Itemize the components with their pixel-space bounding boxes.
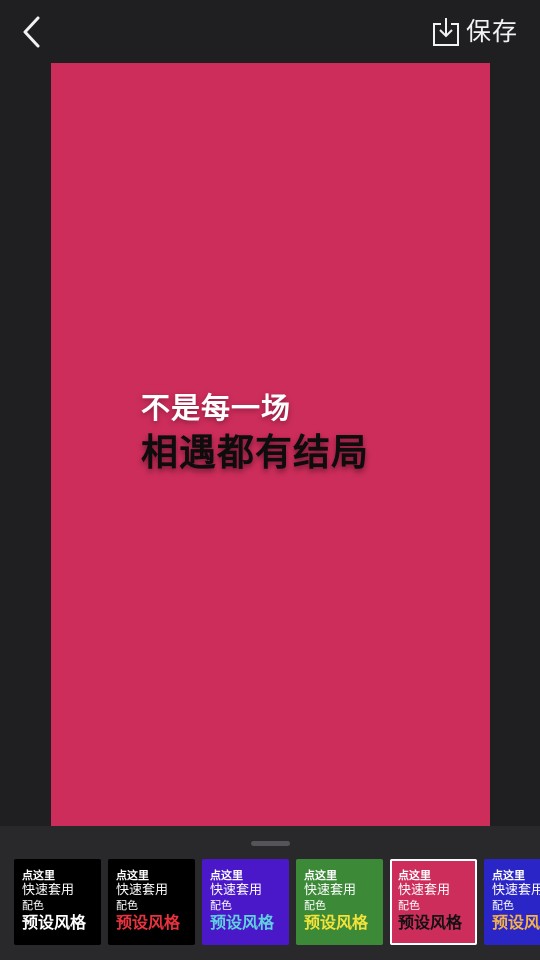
caption-text[interactable]: 不是每一场 相遇都有结局 — [141, 388, 369, 478]
style-card-l2: 快速套用 — [492, 883, 540, 898]
top-bar: 保存 — [0, 0, 540, 62]
style-card-l1: 点这里 — [492, 869, 525, 882]
style-card-l1: 点这里 — [304, 869, 337, 882]
back-button[interactable] — [14, 12, 50, 52]
style-card-l2: 快速套用 — [22, 883, 75, 898]
style-card[interactable]: 点这里快速套用配色预设风格 — [484, 859, 540, 945]
style-card-l1: 点这里 — [116, 869, 149, 882]
style-card-l1: 点这里 — [22, 869, 55, 882]
preview-canvas[interactable]: 不是每一场 相遇都有结局 — [51, 63, 490, 826]
style-card-l4: 预设风格 — [210, 913, 275, 932]
style-strip[interactable]: 点这里 快速套用 配色 预设风格 点这里 快速套用 配色 预设风格 点这里 快速套用 配色 预设风格点… — [14, 859, 540, 945]
style-card-l1: 点这里 — [210, 869, 243, 882]
style-card[interactable]: 点这里快速套用配色预设风格 — [202, 859, 289, 945]
caption-line-2: 相遇都有结局 — [141, 431, 369, 474]
save-button[interactable]: 保存 — [432, 12, 518, 52]
style-card-l2: 快速套用 — [116, 883, 169, 898]
style-card-l2: 快速套用 — [304, 883, 357, 898]
style-card-l3: 配色 — [116, 899, 138, 912]
chevron-left-icon — [23, 16, 40, 48]
drag-handle[interactable] — [251, 841, 290, 846]
style-card-l1: 点这里 — [398, 869, 431, 882]
style-card-l2: 快速套用 — [398, 883, 451, 898]
style-panel: 点这里 快速套用 配色 预设风格 点这里 快速套用 配色 预设风格 点这里 快速套用 配色 预设风格点… — [0, 826, 540, 960]
style-card[interactable]: 点这里快速套用配色预设风格 — [14, 859, 101, 945]
caption-line-1: 不是每一场 — [141, 391, 292, 425]
style-card-l4: 预设风格 — [492, 913, 540, 932]
style-card-l4: 预设风格 — [398, 913, 463, 932]
style-card-l3: 配色 — [22, 899, 44, 912]
download-icon — [432, 18, 459, 46]
style-card-l2: 快速套用 — [210, 883, 263, 898]
style-card-l4: 预设风格 — [116, 913, 181, 932]
style-card[interactable]: 点这里快速套用配色预设风格 — [108, 859, 195, 945]
style-card-l4: 预设风格 — [22, 913, 87, 932]
style-card-l3: 配色 — [398, 899, 420, 912]
style-card-l3: 配色 — [492, 899, 514, 912]
save-label: 保存 — [465, 17, 518, 46]
style-card-l4: 预设风格 — [304, 913, 369, 932]
style-card[interactable]: 点这里快速套用配色预设风格 — [296, 859, 383, 945]
style-card-l3: 配色 — [210, 899, 232, 912]
style-card-l3: 配色 — [304, 899, 326, 912]
style-card[interactable]: 点这里快速套用配色预设风格 — [390, 859, 477, 945]
